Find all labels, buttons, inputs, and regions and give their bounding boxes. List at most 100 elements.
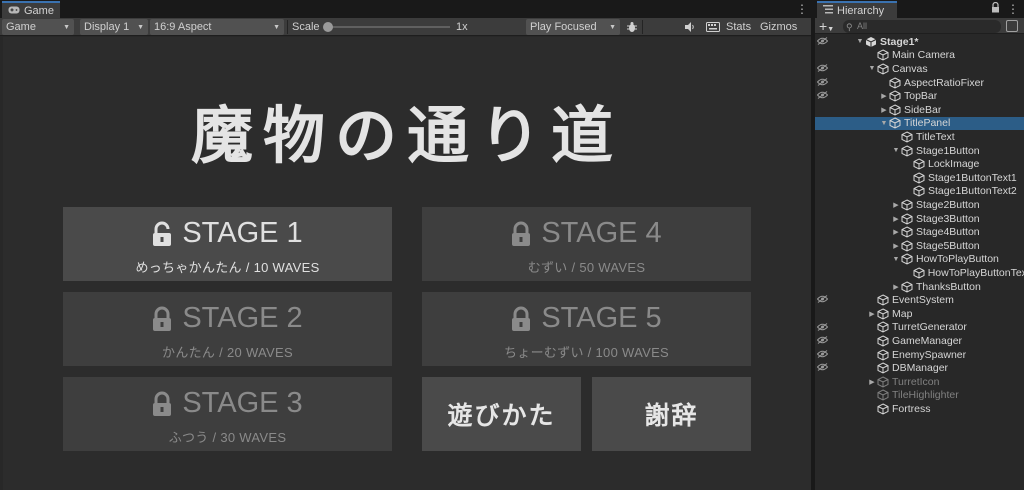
hierarchy-item-label: Stage1* [880,35,919,48]
hierarchy-item-label: Stage3Button [916,212,980,225]
hierarchy-item-label: GameManager [892,334,963,347]
fold-closed-icon[interactable]: ▶ [879,106,889,114]
hierarchy-item[interactable]: TitleText [815,130,1024,144]
speaker-icon[interactable] [680,19,700,35]
stage-button-label: STAGE 5 [541,302,662,334]
fold-open-icon[interactable]: ▼ [891,256,901,263]
stage-5-button[interactable]: STAGE 5 ちょーむずい / 100 WAVES [422,292,751,366]
game-toolbar: Game ▼ Display 1 ▼ 16:9 Aspect ▼ Scale 1x P… [0,18,811,36]
game-view: 魔物の通り道 STAGE 1 めっちゃかんたん / 10 WAVES STAGE … [3,37,811,490]
keyboard-icon[interactable] [702,19,724,35]
gameobject-icon [877,49,889,61]
mode-dropdown-label: Game [6,21,36,33]
display-dropdown[interactable]: Display 1 ▼ [80,19,148,35]
fold-closed-icon[interactable]: ▶ [891,215,901,223]
gameobject-icon [877,389,889,401]
fold-closed-icon[interactable]: ▶ [891,228,901,236]
aspect-dropdown-label: 16:9 Aspect [154,21,212,33]
aspect-dropdown[interactable]: 16:9 Aspect ▼ [150,19,284,35]
fold-open-icon[interactable]: ▼ [867,65,877,72]
stage-4-button[interactable]: STAGE 4 むずい / 50 WAVES [422,207,751,281]
stage-button-heading: STAGE 3 [63,387,392,420]
lock-closed-icon [511,221,531,247]
stage-button-heading: STAGE 5 [422,302,751,335]
fold-open-icon[interactable]: ▼ [855,38,865,45]
gamepad-icon [8,5,20,17]
hierarchy-item[interactable]: Stage1ButtonText2 [815,185,1024,199]
stage-button-label: STAGE 3 [182,387,303,419]
gameobject-icon [877,403,889,415]
stage-2-button[interactable]: STAGE 2 かんたん / 20 WAVES [63,292,392,366]
gameobject-icon [913,172,925,184]
bug-icon[interactable] [622,19,642,35]
fold-closed-icon[interactable]: ▶ [867,378,877,386]
hierarchy-item-label: HowToPlayButton [916,253,999,266]
hierarchy-search-input[interactable]: ⚲ All [843,20,1001,33]
chevron-down-icon: ▼ [609,23,616,31]
gameobject-icon [889,77,901,89]
hierarchy-item[interactable]: ▶ SideBar [815,103,1024,117]
hierarchy-item-label: AspectRatioFixer [904,76,984,89]
stage-1-button[interactable]: STAGE 1 めっちゃかんたん / 10 WAVES [63,207,392,281]
fold-closed-icon[interactable]: ▶ [867,310,877,318]
mode-dropdown[interactable]: Game ▼ [2,19,74,35]
display-dropdown-label: Display 1 [84,21,130,33]
fold-closed-icon[interactable]: ▶ [891,242,901,250]
hierarchy-item-label: EnemySpawner [892,348,967,361]
fold-open-icon[interactable]: ▼ [879,120,889,127]
hierarchy-item[interactable]: ▶ ThanksButton [815,280,1024,294]
hierarchy-item-label: Canvas [892,62,928,75]
hierarchy-tab-menu-icon[interactable]: ⋮ [1007,2,1019,16]
scale-slider-handle[interactable] [323,22,333,32]
stage-button-subtitle: めっちゃかんたん / 10 WAVES [135,260,320,275]
hierarchy-item-label: Stage2Button [916,198,980,211]
hierarchy-item-label: Map [892,307,913,320]
stage-3-button[interactable]: STAGE 3 ふつう / 30 WAVES [63,377,392,451]
hierarchy-item[interactable]: HowToPlayButtonTex [815,266,1024,280]
tab-game-label: Game [24,4,54,17]
play-mode-dropdown[interactable]: Play Focused ▼ [526,19,620,35]
fold-open-icon[interactable]: ▼ [891,147,901,154]
hierarchy-item[interactable]: ▶ TurretIcon [815,375,1024,389]
fold-closed-icon[interactable]: ▶ [891,201,901,209]
hierarchy-item[interactable]: Main Camera [815,49,1024,63]
hierarchy-item-label: Fortress [892,402,931,415]
fold-closed-icon[interactable]: ▶ [879,92,889,100]
gameobject-icon [901,281,913,293]
hierarchy-item[interactable]: ▶ Map [815,307,1024,321]
stage-button-heading: STAGE 2 [63,302,392,335]
hierarchy-item[interactable]: ▶ Stage5Button [815,239,1024,253]
hierarchy-item[interactable]: ▶ Stage4Button [815,225,1024,239]
hierarchy-item-label: TitleText [916,130,955,143]
thanks-button[interactable]: 謝辞 [592,377,751,451]
hierarchy-item[interactable]: ▼ TitlePanel [815,116,1024,131]
how-to-play-button[interactable]: 遊びかた [422,377,581,451]
hierarchy-item-label: TitlePanel [904,117,951,130]
gizmos-dropdown[interactable]: Gizmos [756,19,806,35]
gameobject-icon [877,362,889,374]
hierarchy-item[interactable]: ▼ HowToPlayButton [815,253,1024,267]
scale-slider-track[interactable] [326,26,450,28]
filter-scene-icon[interactable] [1006,20,1018,32]
hierarchy-item[interactable]: LockImage [815,157,1024,171]
hierarchy-item[interactable]: TileHighlighter [815,389,1024,403]
tab-hierarchy[interactable]: Hierarchy [817,1,897,18]
game-tab-menu-icon[interactable]: ⋮ [796,2,808,16]
gameobject-icon [889,90,901,102]
lock-icon[interactable] [989,1,1001,16]
stats-toggle[interactable]: Stats [722,19,755,35]
hierarchy-item-label: TileHighlighter [892,389,959,402]
hierarchy-item[interactable]: Stage1ButtonText1 [815,171,1024,185]
stage-button-subtitle: かんたん / 20 WAVES [162,345,293,360]
hierarchy-item[interactable]: ▼ Stage1Button [815,144,1024,158]
hierarchy-item[interactable]: ▶ Stage2Button [815,198,1024,212]
search-placeholder: All [857,21,868,31]
hierarchy-item-label: HowToPlayButtonTex [927,266,1024,279]
hierarchy-tabbar: Hierarchy ⋮ [815,0,1024,18]
hierarchy-item[interactable]: ▶ Stage3Button [815,212,1024,226]
hierarchy-item-label: TurretGenerator [892,321,967,334]
game-window: Game ⋮ Game ▼ Display 1 ▼ 16:9 Aspect ▼ Sca… [0,0,811,490]
hierarchy-item[interactable]: Fortress [815,402,1024,416]
tab-game[interactable]: Game [2,1,60,18]
fold-closed-icon[interactable]: ▶ [891,283,901,291]
